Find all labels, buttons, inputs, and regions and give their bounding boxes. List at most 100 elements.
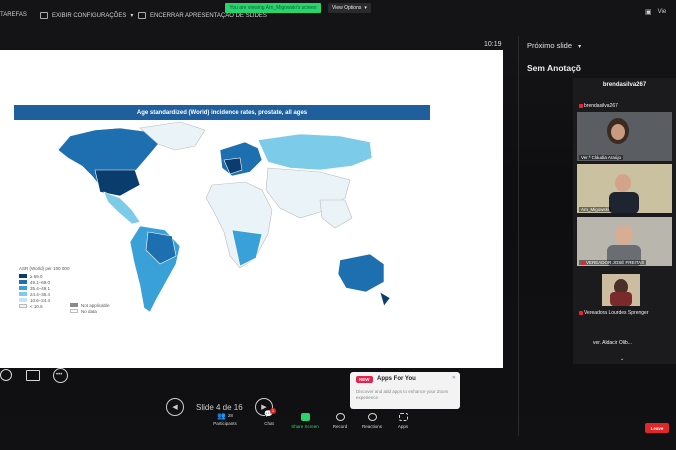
avatar bbox=[615, 174, 631, 192]
legend-swatch bbox=[70, 309, 78, 313]
presentation-slide: Age standardized (World) incidence rates… bbox=[0, 50, 503, 368]
display-settings-label: EXIBIR CONFIGURAÇÕES bbox=[52, 12, 127, 19]
avatar bbox=[615, 225, 633, 245]
legend-label: ≥ 69.0 bbox=[30, 273, 43, 279]
chevron-down-icon: ▾ bbox=[364, 5, 367, 11]
legend-item: < 10.6 bbox=[19, 303, 69, 309]
legend-label: No data bbox=[81, 308, 97, 314]
legend-swatch bbox=[70, 303, 78, 307]
presenter-toolbar: TAREFAS EXIBIR CONFIGURAÇÕES ▾ ENCERRAR … bbox=[0, 0, 676, 30]
participants-count: 28 bbox=[227, 413, 233, 418]
participants-icon: 👥 28 bbox=[217, 410, 233, 421]
more-options-icon[interactable]: ••• bbox=[53, 368, 68, 383]
participant-name-text: Vereadora Lourdes Sprenger bbox=[584, 310, 649, 316]
popup-body: Discover and add apps to enhance your Zo… bbox=[356, 389, 449, 400]
video-tile[interactable] bbox=[602, 274, 640, 306]
tasks-label: TAREFAS bbox=[0, 12, 27, 18]
video-tile[interactable]: Ver.ª Cláudia Araújo bbox=[577, 112, 672, 161]
legend-label: 35.4–49.1 bbox=[30, 285, 51, 291]
tile-top-name: brendasilva267 bbox=[579, 103, 618, 109]
share-screen-icon bbox=[300, 413, 310, 421]
view-options-label: View Options bbox=[332, 5, 362, 11]
record-label: Record bbox=[332, 424, 348, 429]
legend-swatch bbox=[19, 286, 27, 290]
view-label: Vie bbox=[657, 9, 667, 15]
apps-label: Apps bbox=[397, 424, 409, 429]
end-slideshow-label: ENCERRAR APRESENTAÇÃO DE SLIDES bbox=[150, 12, 267, 19]
chat-badge: 1 bbox=[270, 408, 276, 414]
participant-name: Ver.ª Cláudia Araújo bbox=[579, 155, 623, 160]
legend-swatch bbox=[19, 292, 27, 296]
share-icon: ▣ bbox=[645, 9, 652, 16]
avatar bbox=[610, 292, 632, 306]
reactions-label: Reactions bbox=[361, 424, 382, 429]
na-legend: Not applicable No data bbox=[70, 302, 110, 314]
legend-item: No data bbox=[70, 308, 110, 314]
popup-title: Apps For You bbox=[377, 376, 416, 382]
avatar bbox=[609, 192, 639, 213]
reactions-icon bbox=[367, 413, 377, 421]
apps-for-you-popup[interactable]: NEW Apps For You ✕ Discover and add apps… bbox=[350, 372, 460, 409]
close-icon[interactable]: ✕ bbox=[452, 375, 456, 381]
chevron-down-icon[interactable]: ⌄ bbox=[620, 356, 624, 362]
next-slide-heading: Próximo slide ▾ bbox=[527, 41, 581, 50]
legend-label: 49.1–69.0 bbox=[30, 279, 51, 285]
leave-button[interactable]: Leave bbox=[645, 423, 669, 433]
muted-mic-icon bbox=[581, 260, 585, 265]
display-settings-menu[interactable]: EXIBIR CONFIGURAÇÕES ▾ bbox=[40, 12, 133, 19]
arrow-left-icon: ◀ bbox=[172, 404, 178, 411]
legend-label: < 10.6 bbox=[30, 303, 43, 309]
avatar bbox=[611, 124, 625, 140]
video-tile[interactable]: Arn_Migowski bbox=[577, 164, 672, 213]
legend-swatch bbox=[19, 274, 27, 278]
tasks-menu[interactable]: TAREFAS bbox=[0, 12, 27, 18]
presenter-tools: ••• bbox=[0, 368, 80, 388]
monitor-icon bbox=[40, 12, 48, 19]
apps-button[interactable]: Apps bbox=[383, 410, 423, 429]
panel-divider bbox=[518, 36, 519, 436]
slide-grid-icon[interactable] bbox=[26, 370, 40, 381]
meeting-toolbar: 👥 28 Participants 💬 1 Chat Share Screen … bbox=[205, 408, 425, 434]
screen-share-banner: You are viewing Arn_Migowski's screen bbox=[225, 3, 321, 13]
participant-name: brendasilva267 bbox=[584, 103, 618, 109]
legend-swatch bbox=[19, 280, 27, 284]
muted-mic-icon bbox=[579, 103, 583, 108]
chevron-down-icon: ▾ bbox=[578, 44, 582, 50]
view-options-dropdown[interactable]: View Options ▾ bbox=[328, 3, 371, 13]
previous-slide-button[interactable]: ◀ bbox=[166, 398, 184, 416]
search-icon[interactable] bbox=[0, 369, 12, 381]
share-screen-label: Share Screen bbox=[291, 424, 319, 429]
participant-name: Arn_Migowski bbox=[579, 207, 612, 212]
participant-gallery: brendasilva267 brendasilva267 Ver.ª Cláu… bbox=[573, 78, 676, 364]
people-icon: 👥 bbox=[217, 412, 226, 420]
gallery-header: brendasilva267 bbox=[602, 82, 647, 88]
participant-name-text: VEREADOR JOSÉ FREITAS bbox=[586, 260, 645, 265]
next-slide-label: Próximo slide bbox=[527, 41, 573, 50]
legend-label: Not applicable bbox=[81, 302, 110, 308]
presentation-timer: 10:19 bbox=[484, 41, 502, 48]
record-icon bbox=[335, 413, 345, 421]
window-controls[interactable]: ▣ Vie bbox=[645, 8, 666, 16]
participants-button[interactable]: 👥 28 Participants bbox=[205, 410, 245, 427]
more-dots: ••• bbox=[56, 372, 63, 378]
chat-button[interactable]: 💬 1 Chat bbox=[249, 408, 289, 426]
legend-label: 10.6–24.4 bbox=[30, 297, 51, 303]
share-screen-button[interactable]: Share Screen bbox=[285, 410, 325, 429]
legend-title: ASR (World) per 100 000 bbox=[19, 266, 70, 271]
notes-heading: Sem Anotaçõ bbox=[527, 63, 582, 73]
muted-mic-icon bbox=[579, 310, 583, 315]
chevron-down-icon: ▾ bbox=[130, 13, 134, 19]
world-map bbox=[57, 121, 391, 313]
participant-name: Vereadora Lourdes Sprenger bbox=[579, 310, 649, 316]
participants-label: Participants bbox=[213, 421, 237, 426]
new-badge: NEW bbox=[356, 376, 373, 383]
legend-swatch bbox=[19, 298, 27, 302]
gallery-footer: ver. Aldacir Olib... bbox=[593, 340, 632, 346]
video-tile[interactable]: VEREADOR JOSÉ FREITAS bbox=[577, 217, 672, 266]
map-legend: ASR (World) per 100 000 ≥ 69.0 49.1–69.0… bbox=[19, 266, 69, 309]
close-slideshow-icon bbox=[138, 12, 146, 19]
chat-label: Chat bbox=[264, 421, 274, 426]
legend-label: 24.4–35.4 bbox=[30, 291, 51, 297]
chat-icon: 💬 1 bbox=[264, 408, 276, 421]
end-slideshow-button[interactable]: ENCERRAR APRESENTAÇÃO DE SLIDES bbox=[138, 12, 267, 19]
